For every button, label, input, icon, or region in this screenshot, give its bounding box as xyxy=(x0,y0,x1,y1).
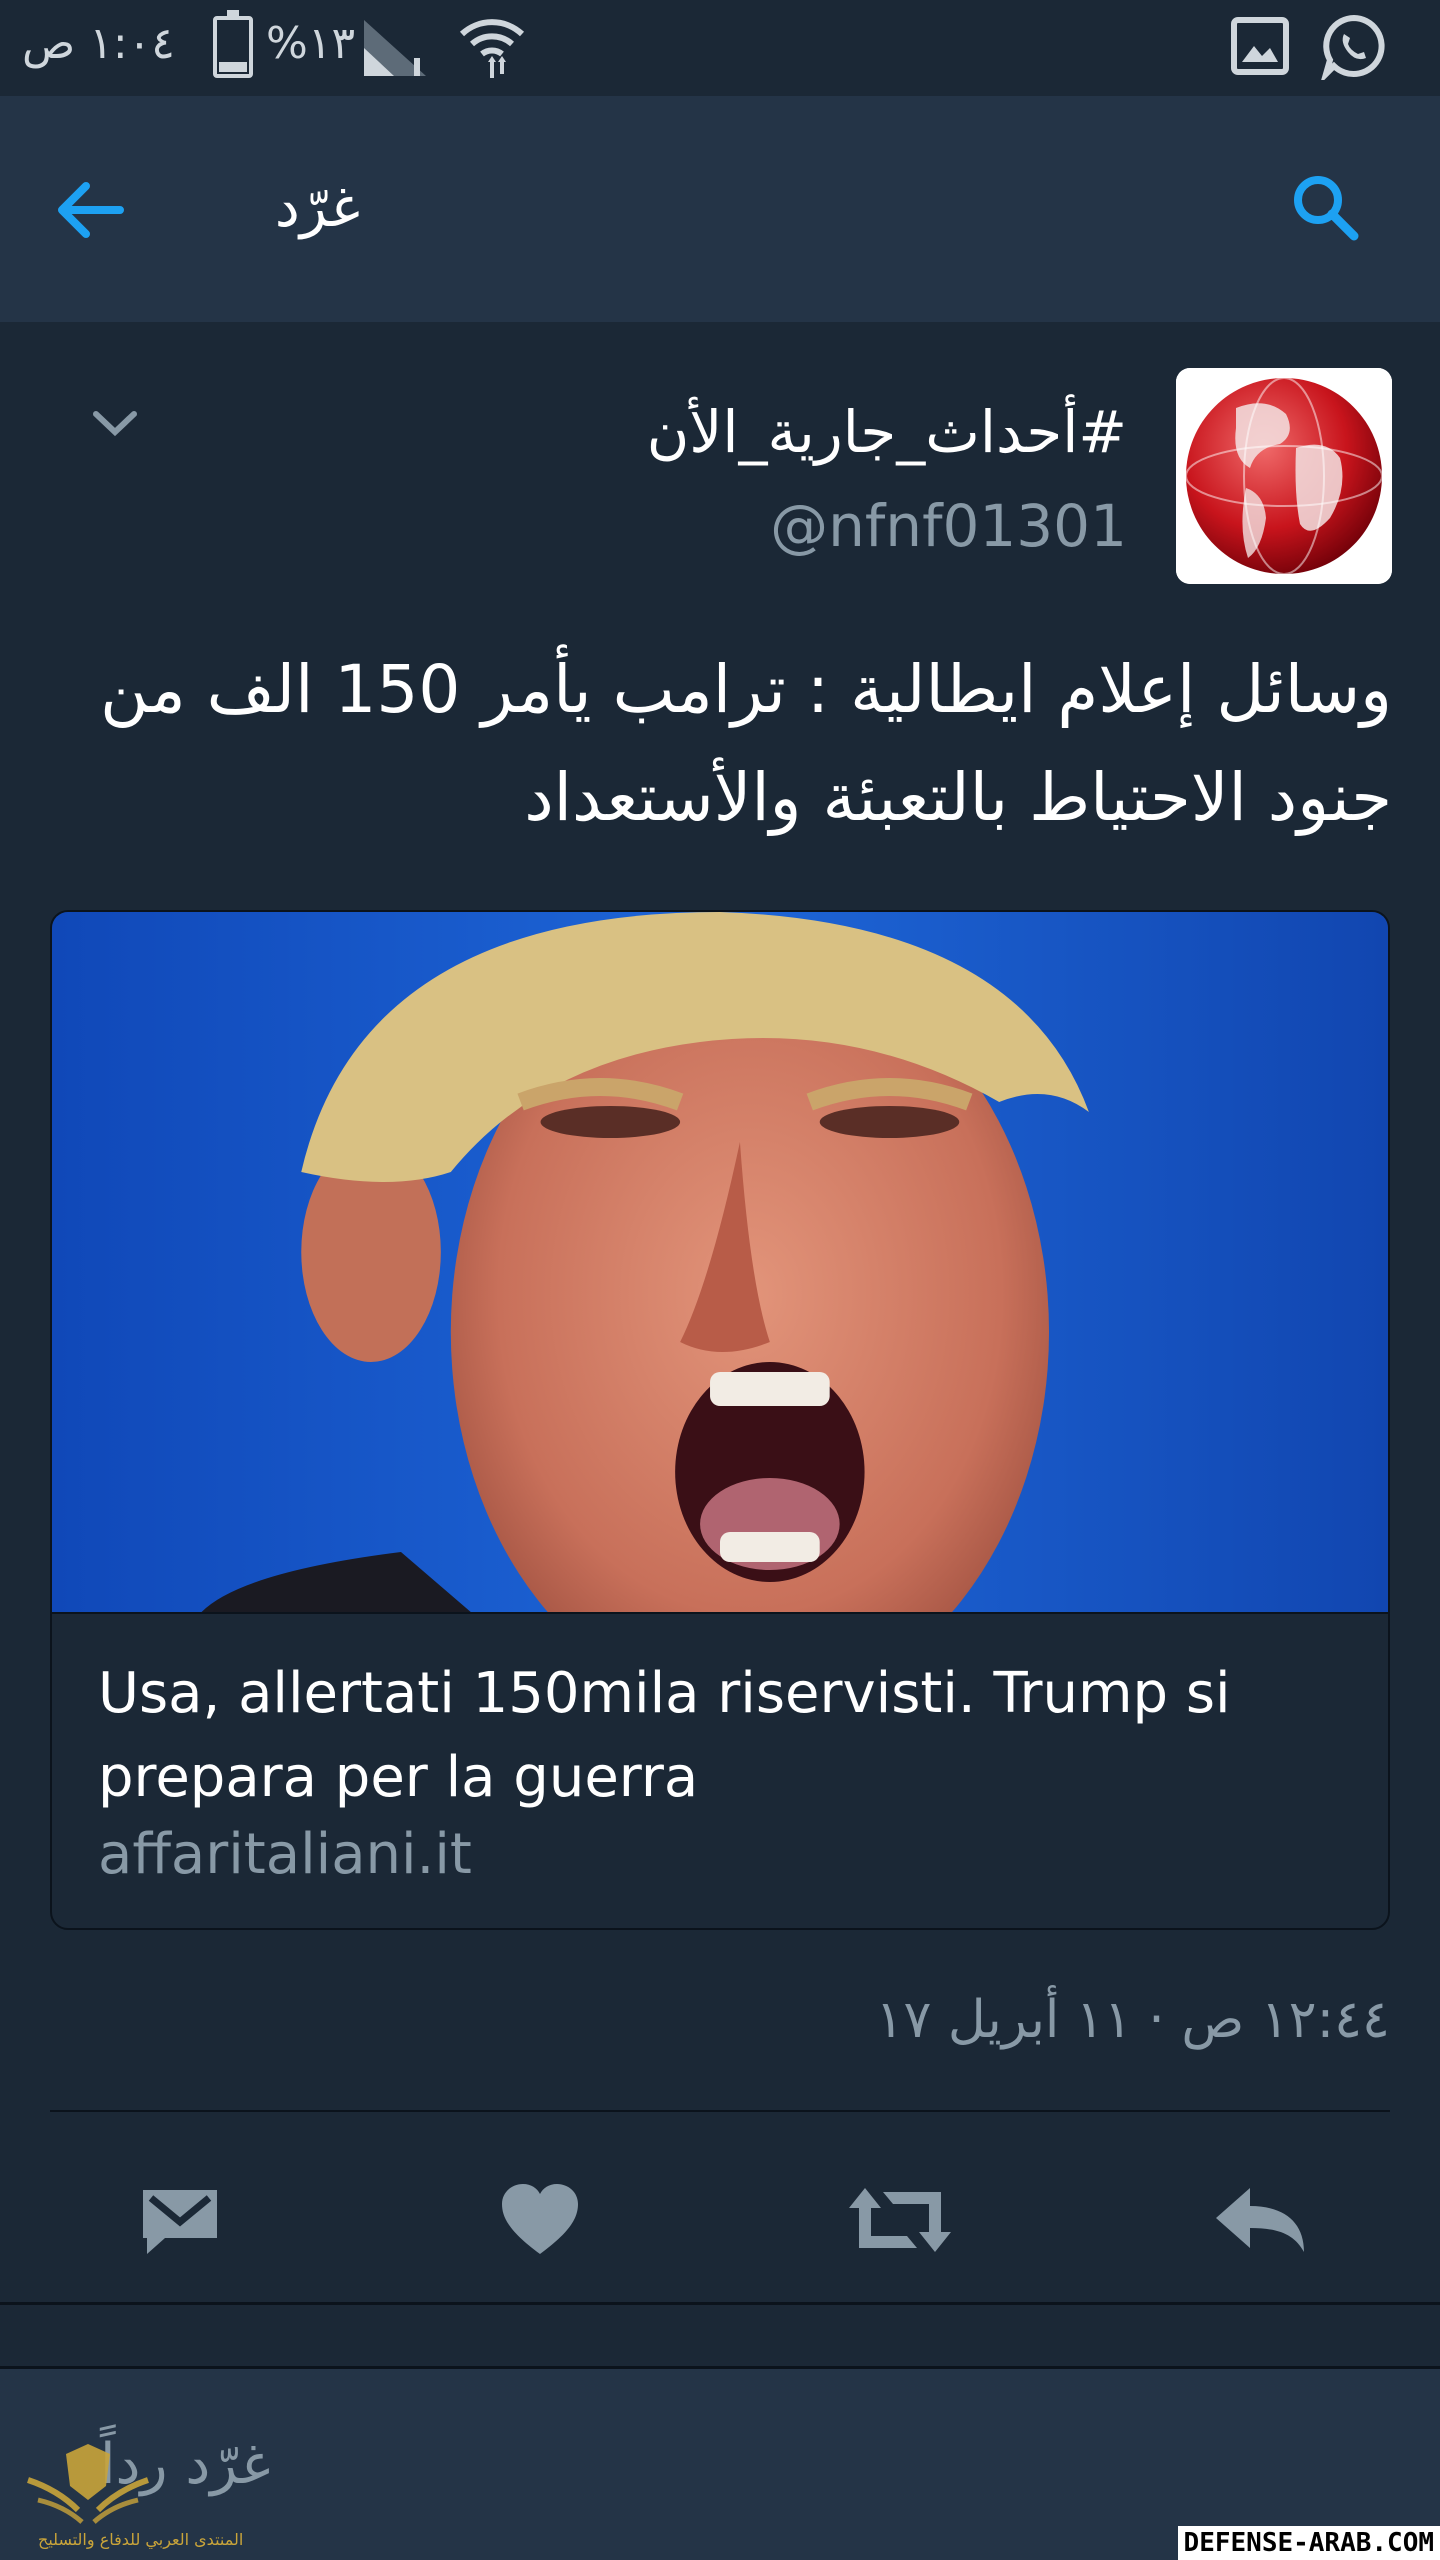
avatar[interactable] xyxy=(1176,368,1392,584)
gallery-icon xyxy=(1231,17,1289,75)
forum-logo-caption: المنتدى العربي للدفاع والتسليح xyxy=(38,2530,244,2549)
whatsapp-icon xyxy=(1321,14,1385,80)
link-card[interactable]: Usa, allertati 150mila riservisti. Trump… xyxy=(50,910,1390,1930)
message-icon xyxy=(143,2190,217,2254)
spacer xyxy=(0,2305,1440,2365)
battery-percent: %١٣ xyxy=(266,18,356,69)
display-name[interactable]: #أحداث_جارية_الأن xyxy=(647,398,1127,466)
back-arrow-icon[interactable] xyxy=(50,170,130,250)
wifi-icon xyxy=(459,19,525,78)
user-handle[interactable]: @nfnf01301 xyxy=(770,492,1127,560)
divider xyxy=(50,2110,1390,2112)
message-button[interactable] xyxy=(120,2170,240,2270)
tweet-text: وسائل إعلام ايطالية : ترامب يأمر 150 الف… xyxy=(100,651,1392,836)
tweet-timestamp: ١٢:٤٤ ص · ١١ أبريل ١٧ xyxy=(875,1990,1390,2050)
card-domain: affaritaliani.it xyxy=(98,1822,472,1887)
card-title: Usa, allertati 150mila riservisti. Trump… xyxy=(98,1661,1231,1810)
like-button[interactable] xyxy=(480,2170,600,2270)
status-bar: ١:٠٤ ص %١٣ xyxy=(0,0,1440,96)
page-title: غرّد xyxy=(274,175,360,240)
signal-icon xyxy=(364,20,426,76)
chevron-down-icon[interactable] xyxy=(90,404,140,444)
card-divider xyxy=(52,1612,1388,1614)
retweet-icon xyxy=(849,2188,951,2252)
toolbar xyxy=(0,96,1440,322)
watermark: DEFENSE-ARAB.COM xyxy=(1177,2526,1440,2560)
like-icon xyxy=(502,2184,578,2254)
search-icon[interactable] xyxy=(1286,168,1366,248)
battery-icon xyxy=(213,10,253,78)
forum-logo-icon xyxy=(27,2444,149,2524)
status-time: ١:٠٤ ص xyxy=(22,18,175,69)
globe-icon xyxy=(1176,368,1392,584)
reply-icon xyxy=(1216,2188,1304,2252)
reply-button[interactable] xyxy=(1200,2170,1320,2270)
card-image xyxy=(52,912,1388,1612)
retweet-button[interactable] xyxy=(840,2170,960,2270)
